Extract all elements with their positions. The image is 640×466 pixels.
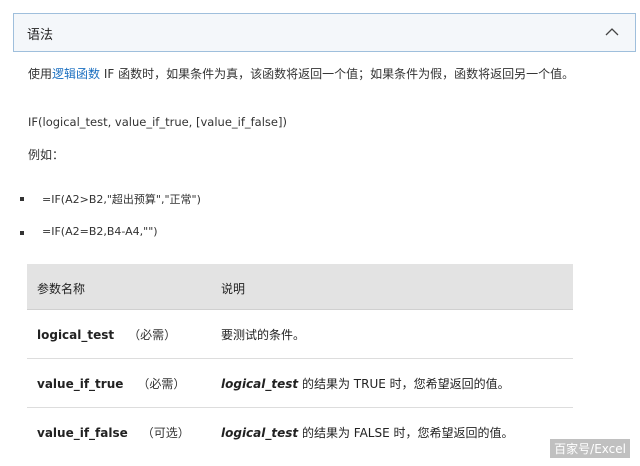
param-required: （可选） [141, 426, 190, 440]
logic-functions-link[interactable]: 逻辑函数 [52, 67, 100, 81]
chevron-up-icon[interactable] [605, 27, 619, 37]
param-cell: value_if_true （必需） [37, 375, 185, 392]
description-cell: 要测试的条件。 [221, 326, 305, 343]
example-label: 例如： [28, 148, 65, 162]
desc-emphasis: logical_test [221, 426, 299, 440]
param-cell: logical_test （必需） [37, 326, 176, 343]
param-name: value_if_false [37, 426, 128, 440]
header-description: 说明 [221, 282, 246, 296]
example-formula: =IF(A2>B2,"超出预算","正常") [42, 193, 201, 206]
description-cell: logical_test 的结果为 FALSE 时，您希望返回的值。 [221, 424, 513, 441]
desc-text: 的结果为 FALSE 时，您希望返回的值。 [298, 426, 514, 440]
table-row: logical_test （必需） 要测试的条件。 [27, 310, 573, 359]
header-param-name: 参数名称 [37, 282, 86, 296]
arguments-table: 参数名称 说明 logical_test （必需） 要测试的条件。 value_i… [27, 264, 573, 466]
syntax-section-header[interactable]: 语法 [13, 13, 636, 52]
table-row: value_if_false （可选） logical_test 的结果为 FAL… [27, 408, 573, 456]
bullet-icon [20, 197, 24, 201]
description-cell: logical_test 的结果为 TRUE 时，您希望返回的值。 [221, 375, 510, 392]
table-header-row: 参数名称 说明 [27, 264, 573, 310]
param-required: （必需） [137, 377, 186, 391]
param-cell: value_if_false （可选） [37, 424, 190, 441]
intro-suffix: IF 函数时，如果条件为真，该函数将返回一个值；如果条件为假，函数将返回另一个值… [100, 67, 575, 81]
desc-text: 的结果为 TRUE 时，您希望返回的值。 [298, 377, 510, 391]
param-required: （必需） [128, 328, 177, 342]
param-name: logical_test [37, 328, 115, 342]
table-row: value_if_true （必需） logical_test 的结果为 TRUE… [27, 359, 573, 408]
example-formula: =IF(A2=B2,B4-A4,"") [42, 225, 158, 238]
section-title: 语法 [27, 28, 54, 43]
bullet-icon [20, 231, 24, 235]
intro-prefix: 使用 [28, 67, 53, 81]
syntax-text: IF(logical_test, value_if_true, [value_i… [28, 115, 287, 129]
desc-text: 要测试的条件。 [221, 328, 306, 342]
desc-emphasis: logical_test [221, 377, 299, 391]
param-name: value_if_true [37, 377, 124, 391]
watermark: 百家号/Excel [550, 439, 630, 458]
intro-paragraph: 使用逻辑函数 IF 函数时，如果条件为真，该函数将返回一个值；如果条件为假，函数… [28, 64, 588, 84]
